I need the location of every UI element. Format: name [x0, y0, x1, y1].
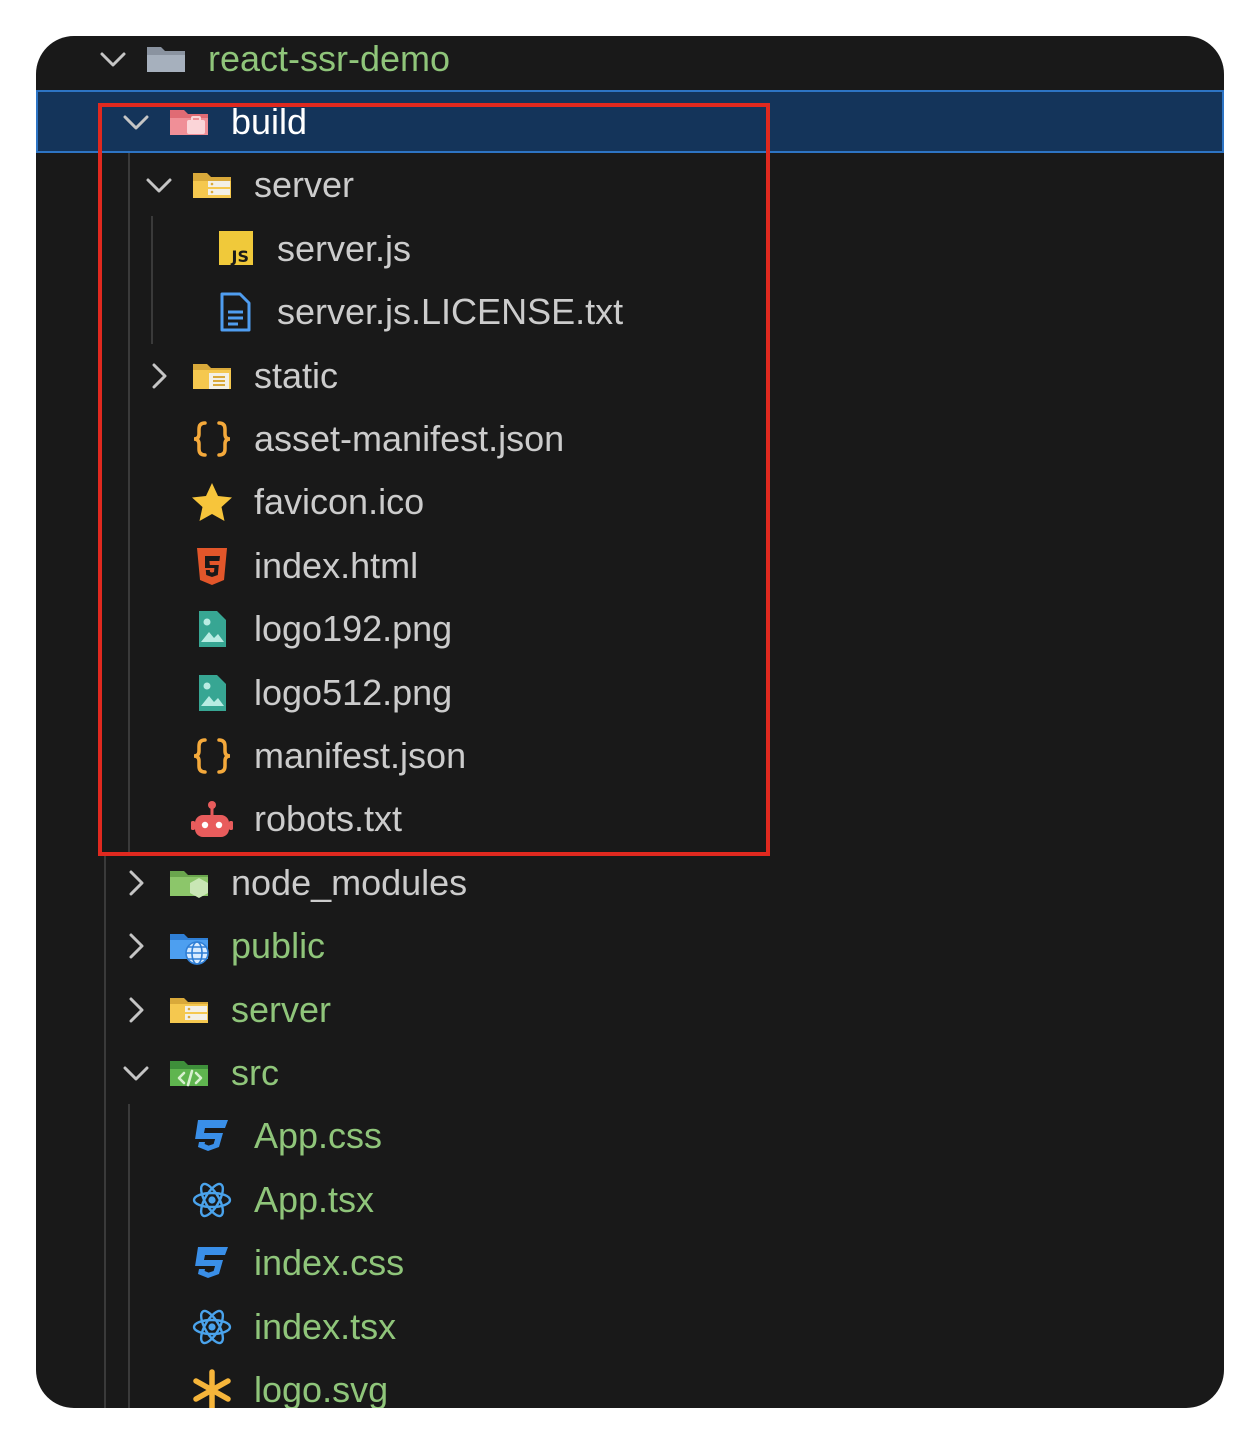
chevron-down-icon[interactable]: [140, 166, 178, 204]
text-document-icon: [213, 291, 257, 333]
chevron-right-icon[interactable]: [140, 357, 178, 395]
node-folder-icon: [167, 862, 211, 904]
tree-label: logo192.png: [254, 608, 453, 650]
javascript-file-icon: JS: [213, 228, 257, 270]
tree-row-static[interactable]: static: [36, 344, 1224, 407]
tree-row-server-js[interactable]: JS server.js: [36, 217, 1224, 280]
tree-row-root[interactable]: react-ssr-demo: [36, 36, 1224, 90]
globe-folder-icon: [167, 925, 211, 967]
tree-row-server-license[interactable]: server.js.LICENSE.txt: [36, 280, 1224, 343]
static-folder-icon: [190, 355, 234, 397]
build-folder-icon: [167, 101, 211, 143]
tree-label: server.js: [277, 227, 412, 269]
tree-label: asset-manifest.json: [254, 418, 565, 459]
chevron-right-icon[interactable]: [117, 864, 155, 902]
tree-row-index-html[interactable]: index.html: [36, 534, 1224, 597]
star-icon: [190, 481, 234, 523]
tree-label: public: [231, 925, 326, 967]
svg-asterisk-icon: [190, 1369, 234, 1408]
server-folder-icon: [167, 989, 211, 1031]
tree-row-logo512[interactable]: logo512.png: [36, 661, 1224, 724]
tree-label: index.tsx: [254, 1305, 397, 1347]
tree-row-src[interactable]: src: [36, 1041, 1224, 1104]
tree-label: node_modules: [231, 861, 468, 903]
tree-row-index-css[interactable]: index.css: [36, 1231, 1224, 1294]
css3-icon: [190, 1242, 234, 1284]
image-file-icon: [190, 672, 234, 714]
server-folder-open-icon: [190, 164, 234, 206]
tree-label: react-ssr-demo: [208, 38, 451, 79]
tree-row-asset-manifest[interactable]: asset-manifest.json: [36, 407, 1224, 470]
tree-label: static: [254, 354, 339, 396]
tree-row-build[interactable]: build: [36, 90, 1224, 153]
tree-row-robots[interactable]: robots.txt: [36, 787, 1224, 850]
tree-label: server: [231, 988, 332, 1030]
react-icon: [190, 1306, 234, 1348]
tree-label: App.css: [254, 1115, 383, 1157]
tree-row-manifest-json[interactable]: manifest.json: [36, 724, 1224, 787]
json-braces-icon: [190, 418, 234, 460]
tree-label: logo512.png: [254, 671, 453, 713]
tree-row-build-server[interactable]: server: [36, 153, 1224, 216]
tree-label: src: [231, 1052, 279, 1093]
tree-row-app-tsx[interactable]: App.tsx: [36, 1168, 1224, 1231]
file-explorer-panel: react-ssr-demo build server JS server.js ser…: [36, 36, 1224, 1408]
chevron-down-icon[interactable]: [117, 103, 155, 141]
image-file-icon: [190, 608, 234, 650]
chevron-right-icon[interactable]: [117, 927, 155, 965]
tree-label: index.css: [254, 1242, 405, 1284]
chevron-down-icon[interactable]: [94, 40, 132, 78]
tree-row-node-modules[interactable]: node_modules: [36, 851, 1224, 914]
code-folder-icon: [167, 1052, 211, 1094]
tree-label: build: [231, 101, 308, 142]
tree-label: server.js.LICENSE.txt: [277, 291, 624, 333]
tree-row-favicon[interactable]: favicon.ico: [36, 470, 1224, 533]
robot-icon: [190, 798, 234, 840]
chevron-right-icon[interactable]: [117, 991, 155, 1029]
tree-label: index.html: [254, 544, 419, 586]
tree-label: robots.txt: [254, 798, 403, 840]
tree-row-app-css[interactable]: App.css: [36, 1104, 1224, 1167]
tree-label: server: [254, 164, 355, 206]
tree-row-public[interactable]: public: [36, 914, 1224, 977]
html5-icon: [190, 545, 234, 587]
tree-label: favicon.ico: [254, 481, 425, 523]
tree-label: App.tsx: [254, 1178, 375, 1220]
tree-label: manifest.json: [254, 735, 467, 776]
tree-row-logo192[interactable]: logo192.png: [36, 597, 1224, 660]
chevron-down-icon[interactable]: [117, 1054, 155, 1092]
tree-row-server-root[interactable]: server: [36, 978, 1224, 1041]
tree-label: logo.svg: [254, 1369, 389, 1408]
css3-icon: [190, 1115, 234, 1157]
tree-row-logo-svg[interactable]: logo.svg: [36, 1358, 1224, 1408]
svg-text:JS: JS: [231, 247, 249, 266]
json-braces-icon: [190, 735, 234, 777]
folder-icon: [144, 38, 188, 80]
react-icon: [190, 1179, 234, 1221]
tree-row-index-tsx[interactable]: index.tsx: [36, 1295, 1224, 1358]
